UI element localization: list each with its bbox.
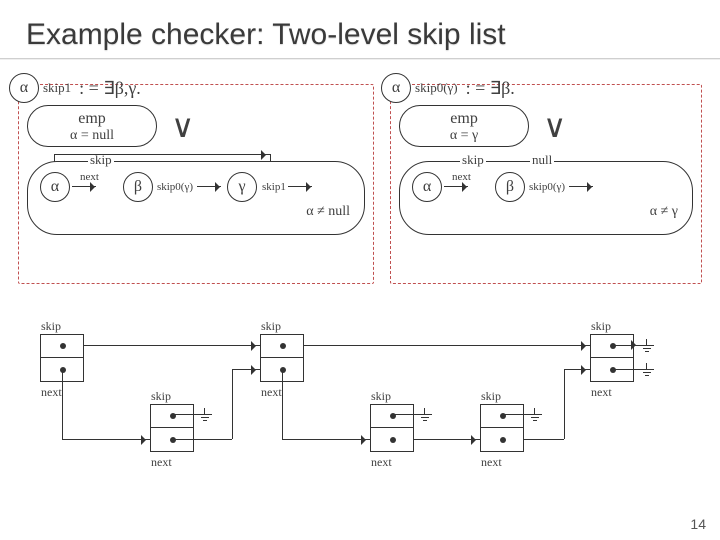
list-illustration: skip next skip next skip next skip next …	[40, 314, 680, 474]
next-arrow	[232, 369, 260, 370]
top-arrow-1	[84, 345, 260, 346]
page-number: 14	[690, 516, 706, 532]
rule-skip1: skip α next β skip0(γ) γ skip1 α ≠ null	[27, 161, 365, 235]
cell-next-label: next	[151, 455, 172, 470]
beta-rule-right: β	[495, 172, 525, 202]
def-skip1-head: α skip1 : = ∃β,γ.	[9, 73, 141, 103]
emp-text: emp	[52, 110, 132, 128]
alpha-rule-right: α	[412, 172, 442, 202]
cond-right: α ≠ γ	[406, 204, 686, 220]
def-skip0: α skip0(γ) : = ∃β. emp α = γ ∨ skip null…	[390, 84, 702, 284]
vee-left: ∨	[171, 107, 194, 145]
null-label-top: null	[530, 152, 554, 168]
ground-icon	[418, 408, 432, 422]
next-arrow	[282, 439, 370, 440]
bot-cell-3: skip next	[480, 404, 524, 452]
def-skip0-head: α skip0(γ) : = ∃β.	[381, 73, 515, 103]
arrow-icon	[288, 182, 316, 192]
skip-label-top-r: skip	[460, 152, 486, 168]
skip1-tail: skip1	[262, 181, 286, 193]
cell-next-label: next	[261, 385, 282, 400]
emp-box-left: emp α = null	[27, 105, 157, 147]
alpha-node-r: α	[381, 73, 411, 103]
emp-cond-r: α = γ	[424, 128, 504, 144]
ground-icon	[640, 363, 654, 377]
emp-box-right: emp α = γ	[399, 105, 529, 147]
bot-cell-1: skip next	[150, 404, 194, 452]
next-arrow	[62, 439, 150, 440]
arrow-icon	[444, 182, 472, 192]
cell-skip-label: skip	[371, 389, 391, 404]
skip1-label: skip1	[43, 80, 71, 96]
ground-icon	[640, 339, 654, 353]
beta-rule-left: β	[123, 172, 153, 202]
arrow-icon	[72, 182, 100, 192]
emp-text-r: emp	[424, 110, 504, 128]
skip0-label: skip0(γ)	[415, 80, 458, 96]
cell-skip-label: skip	[151, 389, 171, 404]
skip0-of-gamma-r: skip0(γ)	[529, 181, 565, 193]
emp-cond: α = null	[52, 128, 132, 144]
next-label: next	[80, 171, 99, 183]
top-arrow-2	[304, 345, 590, 346]
bot-cell-2: skip next	[370, 404, 414, 452]
gamma-rule-left: γ	[227, 172, 257, 202]
cell-next-label: next	[481, 455, 502, 470]
ground-icon	[528, 408, 542, 422]
cell-next-label: next	[591, 385, 612, 400]
cell-skip-label: skip	[41, 319, 61, 334]
next-label-r: next	[452, 171, 471, 183]
arrow-icon	[197, 182, 225, 192]
cell-next-label: next	[371, 455, 392, 470]
cell-next-label: next	[41, 385, 62, 400]
next-arrow	[414, 439, 480, 440]
vee-right: ∨	[543, 107, 566, 145]
top-cell-3: skip next	[590, 334, 634, 382]
skip0-of-gamma: skip0(γ)	[157, 181, 193, 193]
next-arrow	[564, 369, 590, 370]
def-skip1: α skip1 : = ∃β,γ. emp α = null ∨ skip α …	[18, 84, 374, 284]
slide-title: Example checker: Two-level skip list	[0, 0, 720, 60]
definitions-row: α skip1 : = ∃β,γ. emp α = null ∨ skip α …	[0, 60, 720, 284]
ground-icon	[198, 408, 212, 422]
rule-skip0: skip null α next β skip0(γ) α ≠ γ	[399, 161, 693, 235]
cell-skip-label: skip	[481, 389, 501, 404]
def-eq-right: : = ∃β.	[466, 78, 515, 99]
arrow-icon	[569, 182, 597, 192]
cell-skip-label: skip	[261, 319, 281, 334]
cond-left: α ≠ null	[34, 204, 358, 220]
alpha-rule-left: α	[40, 172, 70, 202]
def-eq-left: : = ∃β,γ.	[79, 78, 141, 99]
cell-skip-label: skip	[591, 319, 611, 334]
alpha-node: α	[9, 73, 39, 103]
